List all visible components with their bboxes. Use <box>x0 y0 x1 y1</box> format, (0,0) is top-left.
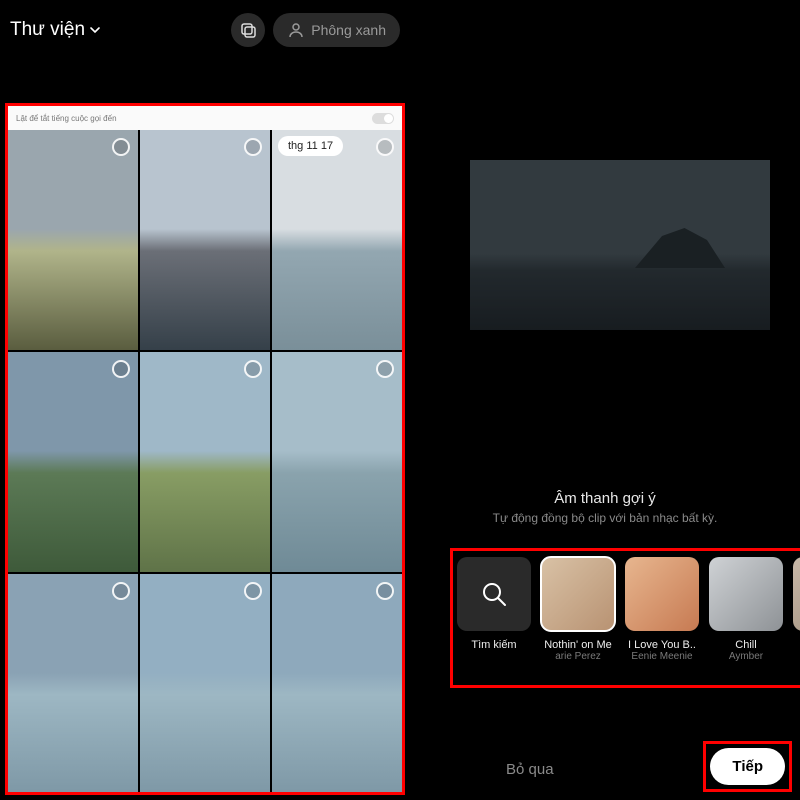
gallery-item[interactable] <box>8 130 138 350</box>
search-cover <box>457 557 531 631</box>
sound-title: Âm thanh gợi ý <box>410 490 800 507</box>
green-screen-label: Phông xanh <box>311 22 386 38</box>
video-preview[interactable] <box>470 160 770 330</box>
gallery-item[interactable] <box>8 352 138 572</box>
gallery-item[interactable] <box>272 352 402 572</box>
track-title: Tìm kiếm <box>457 639 531 651</box>
gallery-item[interactable] <box>140 352 270 572</box>
settings-strip: Lật để tắt tiếng cuộc gọi đến <box>8 106 402 130</box>
person-icon <box>287 21 305 39</box>
gallery-item[interactable] <box>8 574 138 794</box>
next-button[interactable]: Tiếp <box>710 748 785 785</box>
stack-icon <box>239 21 257 39</box>
track-title: Chill <box>709 639 783 651</box>
library-dropdown[interactable]: Thư viện <box>10 19 101 41</box>
select-circle-icon[interactable] <box>244 360 262 378</box>
sound-track[interactable]: ChillAymber <box>709 557 783 679</box>
skip-button[interactable]: Bỏ qua <box>506 761 554 778</box>
track-cover <box>541 557 615 631</box>
track-cover <box>793 557 800 631</box>
search-icon <box>479 579 509 609</box>
search-track-button[interactable]: Tìm kiếm <box>457 557 531 679</box>
select-circle-icon[interactable] <box>244 582 262 600</box>
select-circle-icon[interactable] <box>244 138 262 156</box>
track-title: Nothin' on Me <box>541 639 615 651</box>
chevron-down-icon <box>89 24 101 36</box>
select-circle-icon[interactable] <box>376 138 394 156</box>
sound-section-header: Âm thanh gợi ý Tự động đồng bộ clip với … <box>410 490 800 525</box>
select-circle-icon[interactable] <box>112 582 130 600</box>
select-circle-icon[interactable] <box>112 138 130 156</box>
gallery-item[interactable] <box>140 574 270 794</box>
sound-tracks-region: Tìm kiếmNothin' on Mearie PerezI Love Yo… <box>450 548 800 688</box>
next-button-highlight: Tiếp <box>703 741 792 792</box>
track-artist: Aymber <box>709 651 783 662</box>
gallery-grid-region: Lật để tắt tiếng cuộc gọi đến thg 11 17 <box>5 103 405 795</box>
gallery-item[interactable] <box>272 574 402 794</box>
settings-strip-label: Lật để tắt tiếng cuộc gọi đến <box>16 114 117 123</box>
track-artist: Nic <box>793 651 800 662</box>
track-artist: Eenie Meenie <box>625 651 699 662</box>
track-title: S <box>793 639 800 651</box>
sound-track[interactable]: Nothin' on Mearie Perez <box>541 557 615 679</box>
track-cover <box>625 557 699 631</box>
select-circle-icon[interactable] <box>376 360 394 378</box>
library-label: Thư viện <box>10 19 85 41</box>
multi-select-button[interactable] <box>231 13 265 47</box>
date-badge: thg 11 17 <box>278 136 343 156</box>
track-artist: arie Perez <box>541 651 615 662</box>
track-cover <box>709 557 783 631</box>
sound-subtitle: Tự động đồng bộ clip với bản nhạc bất kỳ… <box>410 511 800 525</box>
select-circle-icon[interactable] <box>112 360 130 378</box>
gallery-item[interactable] <box>140 130 270 350</box>
select-circle-icon[interactable] <box>376 582 394 600</box>
gallery-item[interactable]: thg 11 17 <box>272 130 402 350</box>
sound-track[interactable]: SNic <box>793 557 800 679</box>
track-title: I Love You B.. <box>625 639 699 651</box>
gallery-header: Thư viện Phông xanh <box>0 8 410 52</box>
sound-track[interactable]: I Love You B..Eenie Meenie <box>625 557 699 679</box>
mute-toggle[interactable] <box>372 113 394 124</box>
green-screen-button[interactable]: Phông xanh <box>273 13 400 47</box>
